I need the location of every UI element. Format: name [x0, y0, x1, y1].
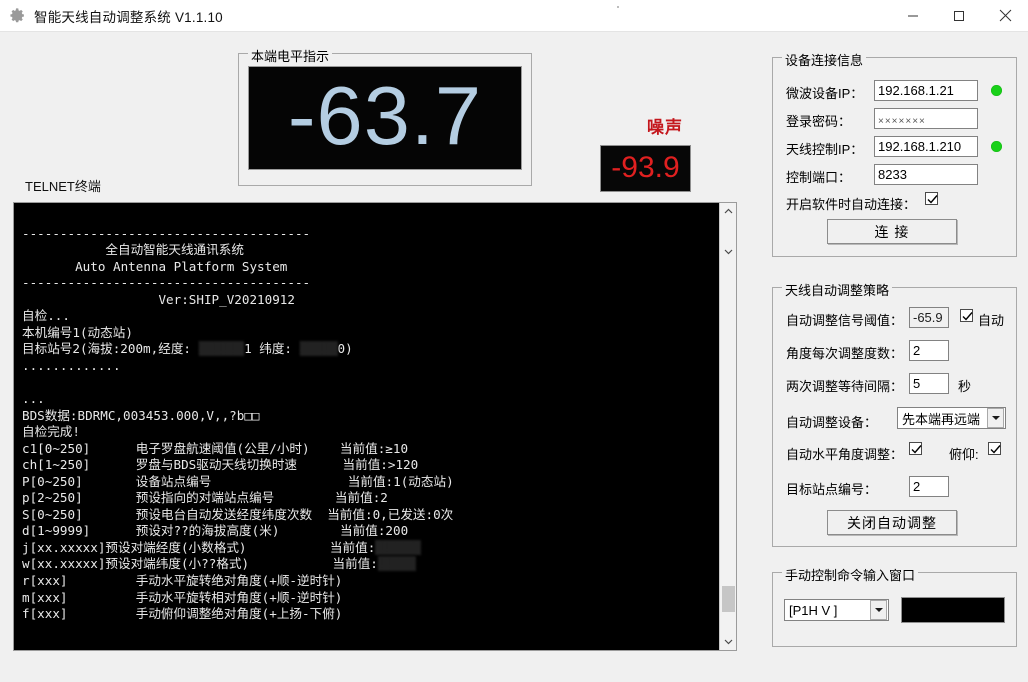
- stop-auto-adjust-button[interactable]: 关闭自动调整: [827, 510, 957, 535]
- port-label: 控制端口：: [786, 167, 851, 186]
- scroll-down-icon[interactable]: [720, 633, 737, 650]
- target-station-field[interactable]: 2: [909, 476, 949, 497]
- auto-label: 自动: [978, 310, 1004, 329]
- target-station-label: 目标站点编号：: [786, 479, 877, 498]
- connect-button[interactable]: 连 接: [827, 219, 957, 244]
- noise-label: 噪声: [620, 113, 710, 138]
- telnet-line: Auto Antenna Platform System: [22, 259, 717, 276]
- telnet-line: BDS数据:BDRMC,003453.000,V,,?b□□: [22, 408, 717, 425]
- pitch-checkbox[interactable]: [988, 442, 1001, 455]
- manual-command-legend: 手动控制命令输入窗口: [782, 565, 918, 584]
- strategy-panel: 天线自动调整策略 自动调整信号阈值： -65.9 自动 角度每次调整度数： 2 …: [772, 287, 1017, 547]
- manual-command-panel: 手动控制命令输入窗口 [P1H V ]: [772, 572, 1017, 647]
- telnet-line: 本机编号1(动态站): [22, 325, 717, 342]
- manual-command-select[interactable]: [P1H V ]: [784, 599, 889, 621]
- horizontal-checkbox[interactable]: [909, 442, 922, 455]
- device-select-value: 先本端再远端: [898, 409, 987, 428]
- autoconnect-label: 开启软件时自动连接：: [786, 194, 916, 213]
- telnet-line: 自检...: [22, 308, 717, 325]
- telnet-line: --------------------------------------: [22, 275, 717, 292]
- microwave-status-led: [991, 85, 1002, 96]
- strategy-legend: 天线自动调整策略: [782, 280, 892, 299]
- local-level-display: -63.7: [248, 66, 522, 170]
- manual-command-value: [P1H V ]: [785, 603, 870, 618]
- noise-display: -93.9: [600, 145, 691, 192]
- telnet-line: ...: [22, 391, 717, 408]
- port-field[interactable]: 8233: [874, 164, 978, 185]
- antenna-status-led: [991, 141, 1002, 152]
- local-level-legend: 本端电平指示: [248, 46, 332, 65]
- gear-icon: [9, 7, 26, 24]
- noise-value: -93.9: [611, 153, 679, 183]
- horizontal-label: 自动水平角度调整：: [786, 444, 903, 463]
- telnet-scrollbar[interactable]: [719, 203, 736, 650]
- password-field[interactable]: ×××××××: [874, 108, 978, 129]
- scroll-page-up-icon[interactable]: [720, 243, 737, 260]
- titlebar-dot: [617, 6, 619, 8]
- microwave-ip-label: 微波设备IP：: [786, 83, 863, 102]
- antenna-ip-label: 天线控制IP：: [786, 139, 863, 158]
- telnet-line: .............: [22, 358, 717, 375]
- chevron-down-icon[interactable]: [870, 600, 887, 620]
- telnet-terminal[interactable]: -------------------------------------- 全…: [13, 202, 737, 651]
- auto-checkbox[interactable]: [960, 309, 973, 322]
- telnet-line: --------------------------------------: [22, 226, 717, 243]
- local-level-panel: 本端电平指示 -63.7: [238, 53, 532, 186]
- telnet-line: f[xxx] 手动俯仰调整绝对角度(+上扬-下俯): [22, 606, 717, 623]
- chevron-down-icon[interactable]: [987, 408, 1004, 428]
- scroll-up-icon[interactable]: [720, 203, 737, 220]
- telnet-line: d[1~9999] 预设对??的海拔高度(米) 当前值:200: [22, 523, 717, 540]
- window-controls: [890, 0, 1028, 31]
- telnet-output: -------------------------------------- 全…: [22, 209, 717, 646]
- microwave-ip-field[interactable]: 192.168.1.21: [874, 80, 978, 101]
- telnet-line: 目标站号2(海拔:200m,经度: ▒▒▒▒▒▒1 纬度: ▒▒▒▒▒0): [22, 341, 717, 358]
- telnet-line: p[2~250] 预设指向的对端站点编号 当前值:2: [22, 490, 717, 507]
- threshold-field[interactable]: -65.9: [909, 307, 949, 328]
- window-title: 智能天线自动调整系统 V1.1.10: [34, 6, 223, 26]
- telnet-line: [22, 209, 717, 226]
- interval-field[interactable]: 5: [909, 373, 949, 394]
- device-select[interactable]: 先本端再远端: [897, 407, 1006, 429]
- device-label: 自动调整设备：: [786, 412, 877, 431]
- interval-label: 两次调整等待间隔：: [786, 376, 903, 395]
- local-level-value: -63.7: [288, 74, 482, 157]
- telnet-line: c1[0~250] 电子罗盘航速阈值(公里/小时) 当前值:≥10: [22, 441, 717, 458]
- manual-command-input[interactable]: [901, 597, 1005, 623]
- telnet-line: w[xx.xxxxx]预设对端纬度(小??格式) 当前值:▒▒▒▒▒: [22, 556, 717, 573]
- connection-legend: 设备连接信息: [782, 50, 866, 69]
- step-label: 角度每次调整度数：: [786, 343, 903, 362]
- threshold-label: 自动调整信号阈值：: [786, 310, 903, 329]
- telnet-line: 全自动智能天线通讯系统: [22, 242, 717, 259]
- interval-unit-label: 秒: [958, 376, 971, 395]
- step-field[interactable]: 2: [909, 340, 949, 361]
- minimize-button[interactable]: [890, 0, 936, 31]
- telnet-label: TELNET终端: [25, 176, 101, 195]
- connection-panel: 设备连接信息 微波设备IP： 192.168.1.21 登录密码： ××××××…: [772, 57, 1017, 257]
- telnet-line: j[xx.xxxxx]预设对端经度(小数格式) 当前值:▒▒▒▒▒▒: [22, 540, 717, 557]
- pitch-label: 俯仰:: [949, 444, 979, 463]
- telnet-line: ch[1~250] 罗盘与BDS驱动天线切换时速 当前值:>120: [22, 457, 717, 474]
- telnet-line: [22, 374, 717, 391]
- telnet-line: P[0~250] 设备站点编号 当前值:1(动态站): [22, 474, 717, 491]
- titlebar-separator: [0, 31, 1028, 32]
- title-bar: 智能天线自动调整系统 V1.1.10: [0, 0, 1028, 31]
- telnet-line: m[xxx] 手动水平旋转相对角度(+顺-逆时针): [22, 590, 717, 607]
- antenna-ip-field[interactable]: 192.168.1.210: [874, 136, 978, 157]
- telnet-line: 自检完成!: [22, 424, 717, 441]
- maximize-button[interactable]: [936, 0, 982, 31]
- close-button[interactable]: [982, 0, 1028, 31]
- autoconnect-checkbox[interactable]: [925, 192, 938, 205]
- scrollbar-thumb[interactable]: [722, 586, 735, 612]
- telnet-line: S[0~250] 预设电台自动发送经度纬度次数 当前值:0,已发送:0次: [22, 507, 717, 524]
- telnet-line: Ver:SHIP_V20210912: [22, 292, 717, 309]
- password-label: 登录密码：: [786, 111, 851, 130]
- telnet-line: r[xxx] 手动水平旋转绝对角度(+顺-逆时针): [22, 573, 717, 590]
